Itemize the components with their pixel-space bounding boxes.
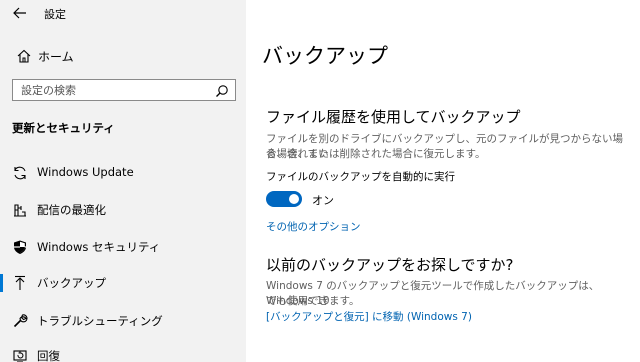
page-title: バックアップ [262, 44, 388, 68]
search-icon [216, 85, 228, 97]
sidebar-item-label: 配信の最適化 [37, 203, 106, 217]
file-history-description-line2: る場合、または削除された場合に復元します。 [266, 148, 486, 160]
older-backup-description-line2: でも使用できます。 [266, 295, 360, 307]
toggle-knob [289, 194, 299, 204]
sidebar-item-recovery[interactable]: 回復 [0, 341, 246, 362]
home-label: ホーム [38, 50, 74, 64]
shield-icon [14, 240, 26, 254]
sidebar-item-label: 回復 [37, 349, 60, 362]
toggle-state-label: オン [312, 194, 334, 207]
wrench-icon [13, 314, 28, 328]
file-history-heading: ファイル履歴を使用してバックアップ [266, 108, 521, 126]
section-title: 更新とセキュリティ [12, 121, 115, 135]
sidebar-item-label: トラブルシューティング [37, 314, 163, 328]
search-box [12, 79, 236, 101]
home-nav-item[interactable]: ホーム [0, 43, 246, 69]
backup-restore-windows7-link[interactable]: [バックアップと復元] に移動 (Windows 7) [266, 309, 472, 324]
delivery-optimization-icon [14, 204, 26, 217]
home-icon [17, 49, 31, 63]
search-button[interactable] [215, 83, 229, 97]
sidebar: 設定 ホーム 更新とセキュリティ Windows Update 配信の最適化 [0, 0, 246, 362]
auto-backup-label: ファイルのバックアップを自動的に実行 [266, 171, 455, 183]
main-content: バックアップ ファイル履歴を使用してバックアップ ファイルを別のドライブにバック… [246, 0, 640, 362]
more-options-link[interactable]: その他のオプション [266, 219, 361, 234]
sidebar-item-delivery-optimization[interactable]: 配信の最適化 [0, 195, 246, 225]
sidebar-item-label: バックアップ [37, 276, 106, 290]
sidebar-item-label: Windows セキュリティ [37, 240, 161, 254]
sidebar-item-label: Windows Update [37, 165, 134, 179]
recovery-icon [13, 350, 27, 362]
older-backup-heading: 以前のバックアップをお探しですか? [266, 256, 514, 274]
backup-icon [15, 275, 25, 290]
sidebar-item-windows-security[interactable]: Windows セキュリティ [0, 232, 246, 262]
title-bar: 設定 [0, 0, 246, 26]
auto-backup-toggle[interactable] [266, 191, 302, 207]
settings-search-input[interactable] [13, 80, 217, 100]
sidebar-item-troubleshoot[interactable]: トラブルシューティング [0, 306, 246, 336]
app-title: 設定 [44, 8, 66, 21]
back-arrow-icon [13, 7, 26, 19]
sync-icon [14, 166, 26, 180]
sidebar-item-windows-update[interactable]: Windows Update [0, 158, 246, 188]
sidebar-item-backup[interactable]: バックアップ [0, 268, 246, 298]
back-button[interactable] [8, 2, 32, 24]
